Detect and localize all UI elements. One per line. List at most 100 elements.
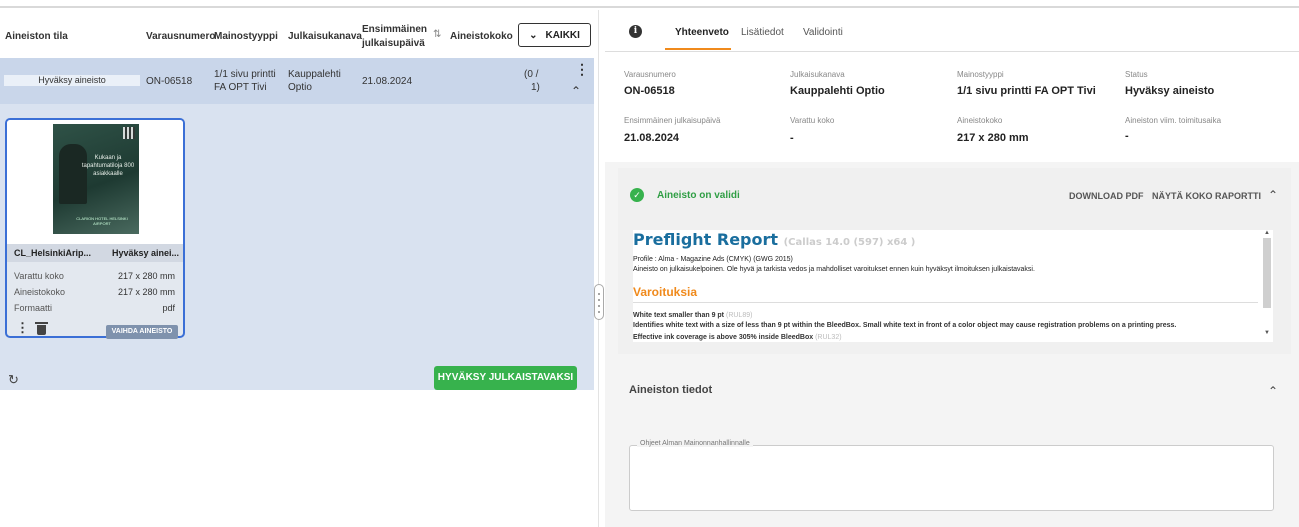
col-ensimmainen-line2[interactable]: julkaisupäivä	[362, 37, 425, 50]
chevron-up-icon[interactable]: ⌃	[1268, 188, 1278, 202]
chevron-down-icon: ⌄	[529, 29, 538, 41]
value-julkaisukanava: Kauppalehti Optio	[790, 85, 885, 97]
details-title: Aineiston tiedot	[629, 384, 713, 396]
card-status: Hyväksy ainei...	[112, 248, 180, 258]
card-label-aineistokoko: Aineistokoko	[14, 287, 66, 297]
report-item-text: Effective ink coverage is above 305% ins…	[633, 334, 814, 341]
tab-validointi[interactable]: Validointi	[803, 27, 843, 38]
col-ensimmainen-line1[interactable]: Ensimmäinen	[362, 23, 427, 36]
card-label-formaatti: Formaatti	[14, 303, 53, 313]
row-julkaisukanava-2: Optio	[288, 82, 312, 93]
label-julkaisukanava: Julkaisukanava	[790, 70, 845, 79]
drag-handle-icon[interactable]	[594, 284, 604, 320]
label-aineistokoko: Aineistokoko	[957, 116, 1003, 125]
panel-splitter[interactable]	[593, 10, 605, 527]
refresh-icon[interactable]: ↻	[8, 372, 19, 388]
row-mainostyyppi-1: 1/1 sivu printti	[214, 69, 276, 80]
top-border	[0, 0, 1299, 8]
col-varausnumero[interactable]: Varausnumero	[146, 30, 215, 43]
active-tab-indicator	[665, 48, 731, 50]
check-circle-icon: ✓	[630, 188, 644, 202]
thumbnail-area: Kukaan ja tapahtumatiloja 800 asiakkaall…	[7, 120, 183, 244]
report-warnings-title: Varoituksia	[633, 285, 698, 299]
filter-all-label: KAIKKI	[545, 29, 580, 41]
value-ensimmainen: 21.08.2024	[624, 132, 680, 144]
material-card[interactable]: Kukaan ja tapahtumatiloja 800 asiakkaall…	[5, 118, 185, 339]
card-value-formaatti: pdf	[162, 303, 175, 313]
sort-icon[interactable]: ⇅	[433, 29, 441, 40]
change-material-button[interactable]: VAIHDA AINEISTO	[106, 325, 178, 339]
expanded-booking: Hyväksy aineisto ON-06518 1/1 sivu print…	[0, 58, 594, 390]
table-header: Aineiston tila Varausnumero Mainostyyppi…	[0, 10, 594, 58]
label-mainostyyppi: Mainostyyppi	[957, 70, 1004, 79]
thumbnail-footer: CLARION HOTEL HELSINKI AIRPORT	[76, 216, 128, 226]
info-icon[interactable]: i	[629, 25, 642, 38]
report-item: White text smaller than 9 pt (RUL89)	[633, 312, 752, 319]
tab-yhteenveto[interactable]: Yhteenveto	[675, 27, 729, 38]
col-aineistokoko[interactable]: Aineistokoko	[450, 30, 513, 43]
preflight-report[interactable]: Preflight Report (Callas 14.0 (597) x64 …	[633, 230, 1273, 342]
instructions-textarea[interactable]	[629, 445, 1274, 511]
card-label-varattu: Varattu koko	[14, 271, 64, 281]
scroll-up-icon[interactable]: ▲	[1264, 230, 1270, 236]
value-toimitusaika: -	[1125, 130, 1129, 142]
row-paiva: 21.08.2024	[362, 76, 413, 87]
label-status: Status	[1125, 70, 1148, 79]
scroll-down-icon[interactable]: ▼	[1264, 330, 1270, 336]
col-julkaisukanava[interactable]: Julkaisukanava	[288, 30, 362, 43]
row-koko-2: 1)	[531, 82, 540, 93]
trash-icon[interactable]	[35, 322, 48, 335]
value-varausnumero: ON-06518	[624, 85, 675, 97]
valid-status-text: Aineisto on validi	[657, 190, 740, 201]
details-panel: i Yhteenveto Lisätiedot Validointi Varau…	[605, 10, 1299, 527]
tab-bar: i Yhteenveto Lisätiedot Validointi	[605, 10, 1299, 52]
card-value-aineistokoko: 217 x 280 mm	[117, 287, 175, 297]
value-mainostyyppi: 1/1 sivu printti FA OPT Tivi	[957, 85, 1096, 97]
label-toimitusaika: Aineiston viim. toimitusaika	[1125, 116, 1222, 125]
col-mainostyyppi[interactable]: Mainostyyppi	[214, 30, 278, 43]
value-varattu-koko: -	[790, 132, 794, 144]
card-filename: CL_HelsinkiArip...	[14, 248, 92, 258]
table-row[interactable]: Hyväksy aineisto ON-06518 1/1 sivu print…	[0, 58, 594, 104]
summary-section: Varausnumero ON-06518 Julkaisukanava Kau…	[605, 52, 1299, 162]
ad-thumbnail[interactable]: Kukaan ja tapahtumatiloja 800 asiakkaall…	[53, 124, 139, 234]
splitter-line	[598, 10, 599, 527]
report-item-text: White text smaller than 9 pt	[633, 312, 725, 319]
download-pdf-button[interactable]: DOWNLOAD PDF	[1069, 191, 1144, 201]
report-item: Identifies white text with a size of les…	[633, 322, 1177, 329]
row-varausnumero: ON-06518	[146, 76, 193, 87]
scrollbar[interactable]	[1263, 238, 1271, 308]
label-varausnumero: Varausnumero	[624, 70, 676, 79]
approve-button[interactable]: HYVÄKSY JULKAISTAVAKSI	[434, 366, 577, 390]
filter-all-button[interactable]: ⌄ KAIKKI	[518, 23, 591, 47]
qr-code-icon	[123, 127, 135, 139]
card-value-varattu: 217 x 280 mm	[117, 271, 175, 281]
value-aineistokoko: 217 x 280 mm	[957, 132, 1029, 144]
card-more-vert-icon[interactable]: ⋮	[16, 321, 29, 334]
row-koko-1: (0 /	[524, 69, 539, 80]
bookings-panel: Aineiston tila Varausnumero Mainostyyppi…	[0, 10, 594, 527]
thumbnail-title: Kukaan ja tapahtumatiloja 800 asiakkaall…	[81, 155, 135, 177]
chevron-up-icon[interactable]: ⌃	[571, 84, 581, 98]
show-full-report-button[interactable]: NÄYTÄ KOKO RAPORTTI	[1152, 191, 1261, 201]
report-item: Effective ink coverage is above 305% ins…	[633, 334, 842, 341]
label-varattu-koko: Varattu koko	[790, 116, 835, 125]
col-aineiston-tila[interactable]: Aineiston tila	[5, 30, 68, 43]
row-julkaisukanava-1: Kauppalehti	[288, 69, 341, 80]
report-item-code: (RUL32)	[815, 334, 842, 341]
material-details-section: Aineiston tiedot ⌃ Ohjeet Alman Mainonna…	[618, 362, 1291, 527]
chevron-up-icon[interactable]: ⌃	[1268, 384, 1278, 398]
instructions-label: Ohjeet Alman Mainonnanhallinnalle	[637, 440, 753, 447]
report-title: Preflight Report (Callas 14.0 (597) x64 …	[633, 230, 915, 249]
report-title-text: Preflight Report	[633, 230, 779, 249]
value-status: Hyväksy aineisto	[1125, 85, 1215, 97]
report-note: Aineisto on julkaisukelpoinen. Ole hyvä …	[633, 266, 1035, 273]
row-mainostyyppi-2: FA OPT Tivi	[214, 82, 267, 93]
more-vert-icon[interactable]: ⋮	[575, 62, 589, 76]
status-badge: Hyväksy aineisto	[4, 75, 140, 86]
report-version: (Callas 14.0 (597) x64 )	[783, 237, 916, 248]
card-name-row: CL_HelsinkiArip... Hyväksy ainei...	[7, 244, 183, 262]
label-ensimmainen: Ensimmäinen julkaisupäivä	[624, 116, 721, 125]
preflight-section: ✓ Aineisto on validi DOWNLOAD PDF NÄYTÄ …	[618, 168, 1291, 354]
tab-lisatiedot[interactable]: Lisätiedot	[741, 27, 784, 38]
